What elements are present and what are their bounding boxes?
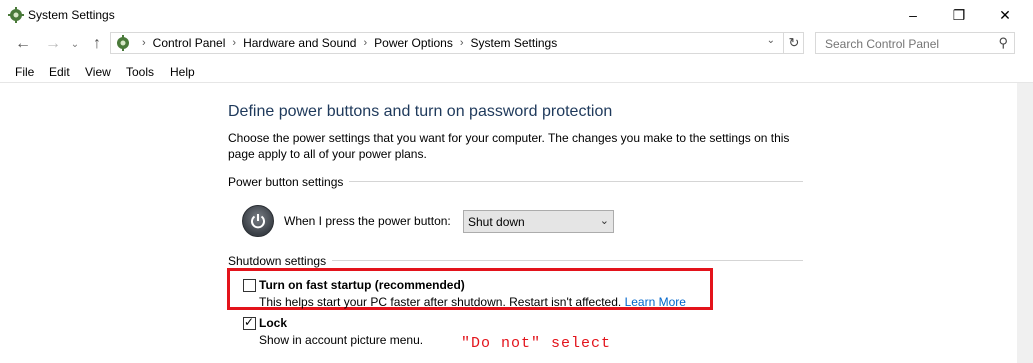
chevron-right-icon: › [459, 37, 464, 49]
forward-button[interactable]: → [42, 34, 64, 54]
arrow-up-icon: ↑ [93, 35, 101, 52]
breadcrumb-system-settings[interactable]: System Settings [471, 36, 558, 50]
refresh-button[interactable]: ↻ [783, 32, 804, 54]
menu-view[interactable]: View [85, 65, 111, 79]
recent-locations-button[interactable]: ⌄ [64, 34, 86, 54]
title-bar: System Settings – ❐ ✕ [0, 0, 1033, 30]
navigation-bar: ← → ⌄ ↑ › Control Panel › Hardware and S… [0, 30, 1033, 58]
fast-startup-description: This helps start your PC faster after sh… [259, 295, 686, 309]
search-icon: ⚲ [998, 35, 1008, 50]
up-button[interactable]: ↑ [86, 34, 108, 54]
menu-tools[interactable]: Tools [126, 65, 154, 79]
refresh-icon: ↻ [788, 35, 800, 50]
system-settings-icon [8, 7, 24, 23]
learn-more-link[interactable]: Learn More [625, 295, 686, 309]
restore-icon: ❐ [952, 6, 966, 23]
power-button-icon [242, 205, 274, 237]
address-bar[interactable]: › Control Panel › Hardware and Sound › P… [110, 32, 804, 54]
breadcrumb-control-panel[interactable]: Control Panel [153, 36, 226, 50]
address-dropdown-icon[interactable]: ⌄ [767, 35, 775, 46]
close-icon: ✕ [999, 6, 1011, 23]
window-title: System Settings [28, 8, 115, 22]
breadcrumb: › Control Panel › Hardware and Sound › P… [135, 36, 557, 50]
fast-startup-checkbox[interactable] [243, 279, 256, 292]
breadcrumb-power-options[interactable]: Power Options [374, 36, 453, 50]
shutdown-settings-label: Shutdown settings [228, 254, 333, 268]
annotation-note: "Do not" select [461, 335, 612, 352]
minimize-button[interactable]: – [890, 0, 936, 30]
fast-startup-label[interactable]: Turn on fast startup (recommended) [259, 278, 465, 292]
menu-bar: File Edit View Tools Help [0, 60, 1033, 83]
menu-help[interactable]: Help [170, 65, 195, 79]
power-button-action-select[interactable]: Shut down ⌄ [463, 210, 614, 233]
power-button-action-label: When I press the power button: [284, 214, 451, 228]
lock-label[interactable]: Lock [259, 316, 287, 330]
control-panel-icon [117, 35, 129, 51]
lock-description: Show in account picture menu. [259, 333, 424, 347]
search-box[interactable]: ⚲ [815, 32, 1015, 54]
chevron-down-icon: ⌄ [70, 38, 80, 50]
restore-button[interactable]: ❐ [936, 0, 982, 30]
arrow-left-icon: ← [15, 35, 31, 52]
minimize-icon: – [909, 7, 917, 23]
close-button[interactable]: ✕ [982, 0, 1028, 30]
lock-checkbox[interactable] [243, 315, 256, 330]
power-button-action-value: Shut down [468, 215, 525, 229]
chevron-right-icon: › [363, 37, 368, 49]
page-title: Define power buttons and turn on passwor… [228, 103, 613, 120]
power-button-settings-label: Power button settings [228, 175, 350, 189]
menu-file[interactable]: File [15, 65, 34, 79]
chevron-down-icon: ⌄ [599, 215, 609, 227]
chevron-right-icon: › [232, 37, 237, 49]
chevron-right-icon: › [142, 37, 146, 49]
arrow-right-icon: → [45, 35, 61, 52]
menu-edit[interactable]: Edit [49, 65, 70, 79]
back-button[interactable]: ← [12, 34, 34, 54]
breadcrumb-hardware-and-sound[interactable]: Hardware and Sound [243, 36, 356, 50]
fast-startup-desc-text: This helps start your PC faster after sh… [259, 295, 622, 309]
vertical-scrollbar[interactable] [1017, 83, 1033, 363]
search-input[interactable] [823, 36, 987, 52]
page-description: Choose the power settings that you want … [228, 131, 790, 161]
